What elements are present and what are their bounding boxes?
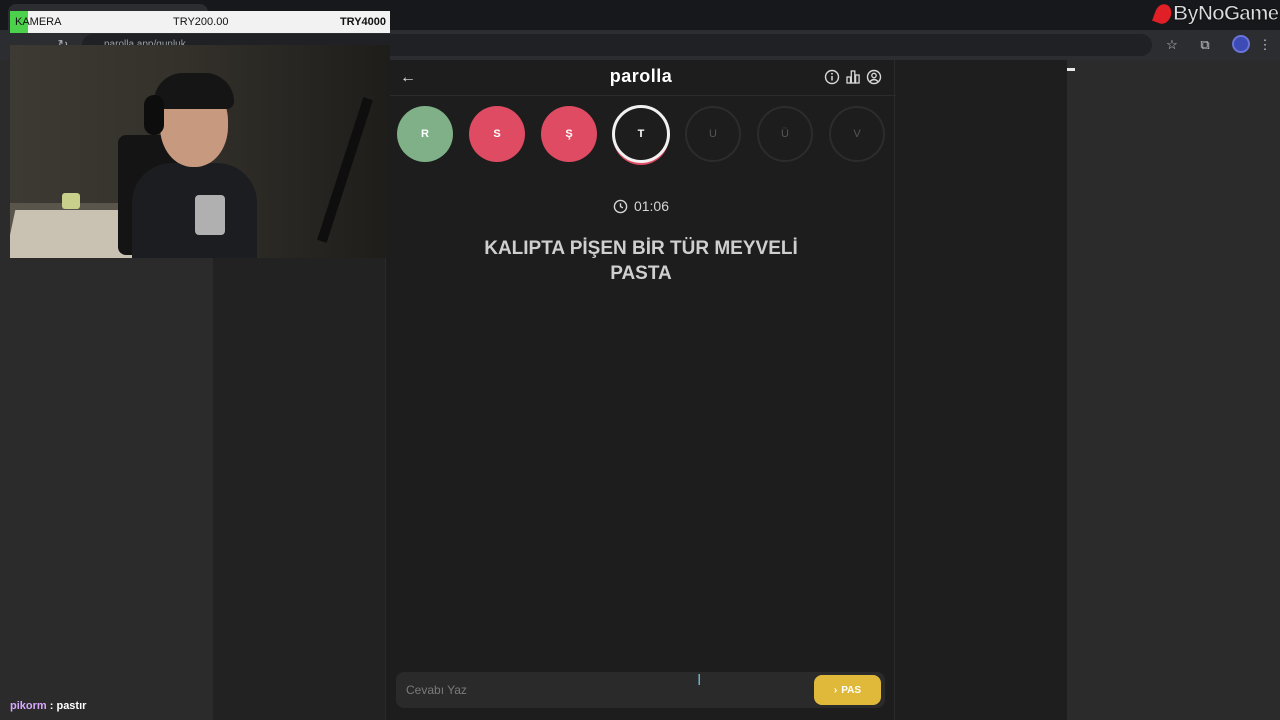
- letter-circle: Ü: [757, 106, 813, 162]
- stats-chart-icon[interactable]: [845, 69, 861, 85]
- chat-username: pikorm: [10, 700, 47, 712]
- watermark-text: ByNoGame: [1172, 2, 1279, 26]
- right-page-panel: [1067, 60, 1280, 720]
- browser-menu-icon[interactable]: ⋮: [1254, 34, 1276, 56]
- letter-circle: S: [469, 106, 525, 162]
- bookmark-star-icon[interactable]: ☆: [1161, 34, 1183, 56]
- scroll-marker: [1067, 68, 1075, 71]
- chat-separator: :: [46, 700, 57, 712]
- watermark-logo-icon: [1152, 1, 1174, 27]
- kamera-donation-bar: KAMERA TRY200.00 TRY4000: [10, 11, 390, 33]
- timer: 01:06: [386, 198, 896, 214]
- timer-value: 01:06: [633, 198, 670, 214]
- user-profile-icon[interactable]: [866, 69, 882, 85]
- app-header: ← parolla: [386, 60, 896, 96]
- clock-icon: [613, 199, 628, 213]
- kamera-price: TRY200.00: [173, 16, 229, 28]
- pass-button[interactable]: › PAS: [814, 675, 881, 705]
- parolla-app: ← parolla RSŞTUÜV 01:06 KALIPTA PİŞEN Bİ…: [385, 60, 896, 720]
- kamera-label: KAMERA: [15, 16, 62, 28]
- text-cursor-icon: I: [697, 672, 702, 689]
- letter-circle: U: [685, 106, 741, 162]
- kamera-goal: TRY4000: [339, 16, 386, 28]
- chevron-right-icon: ›: [833, 684, 838, 696]
- info-icon[interactable]: [824, 69, 840, 85]
- letter-circle: T: [612, 105, 670, 163]
- answer-input[interactable]: [396, 672, 806, 708]
- extensions-icon[interactable]: ⧉: [1194, 34, 1216, 56]
- right-gutter: [895, 60, 1067, 720]
- letter-circle: V: [829, 106, 885, 162]
- webcam-shirt-print: [195, 195, 225, 235]
- letter-circle: R: [397, 106, 453, 162]
- app-title: parolla: [609, 66, 673, 86]
- pass-button-label: PAS: [841, 684, 862, 696]
- answer-bar: › PAS: [396, 672, 885, 708]
- webcam-feed: [10, 45, 390, 258]
- webcam-person-hair: [154, 73, 234, 109]
- webcam-cup: [62, 193, 80, 209]
- headset-icon: [144, 95, 164, 135]
- question-text: KALIPTA PİŞEN BİR TÜR MEYVELİ PASTA: [484, 238, 798, 284]
- profile-avatar[interactable]: [1232, 35, 1250, 53]
- stream-watermark: ByNoGame: [1152, 1, 1280, 27]
- chat-text: pastır: [56, 700, 87, 712]
- letter-circle: Ş: [541, 106, 597, 162]
- chat-message: pikorm : pastır: [10, 700, 86, 712]
